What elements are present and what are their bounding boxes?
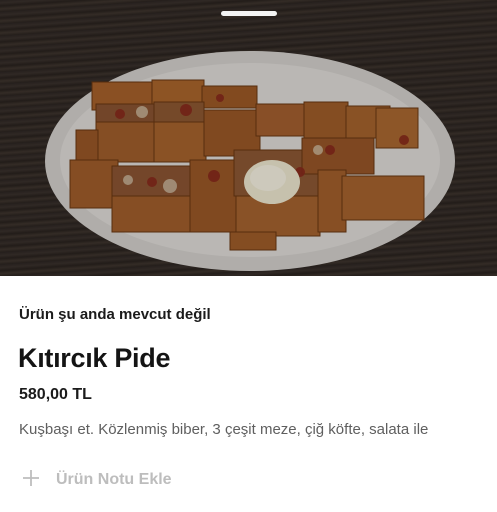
add-product-note-button[interactable]: Ürün Notu Ekle <box>22 466 172 494</box>
image-overlay <box>0 0 497 276</box>
add-product-note-label: Ürün Notu Ekle <box>56 471 172 488</box>
sheet-drag-handle[interactable] <box>221 11 277 16</box>
availability-status: Ürün şu anda mevcut değil <box>19 306 211 323</box>
product-title: Kıtırcık Pide <box>18 343 171 373</box>
product-price: 580,00 TL <box>19 386 92 403</box>
plus-icon <box>22 468 42 492</box>
product-image <box>0 0 497 276</box>
product-description: Kuşbaşı et. Közlenmiş biber, 3 çeşit mez… <box>19 421 429 438</box>
